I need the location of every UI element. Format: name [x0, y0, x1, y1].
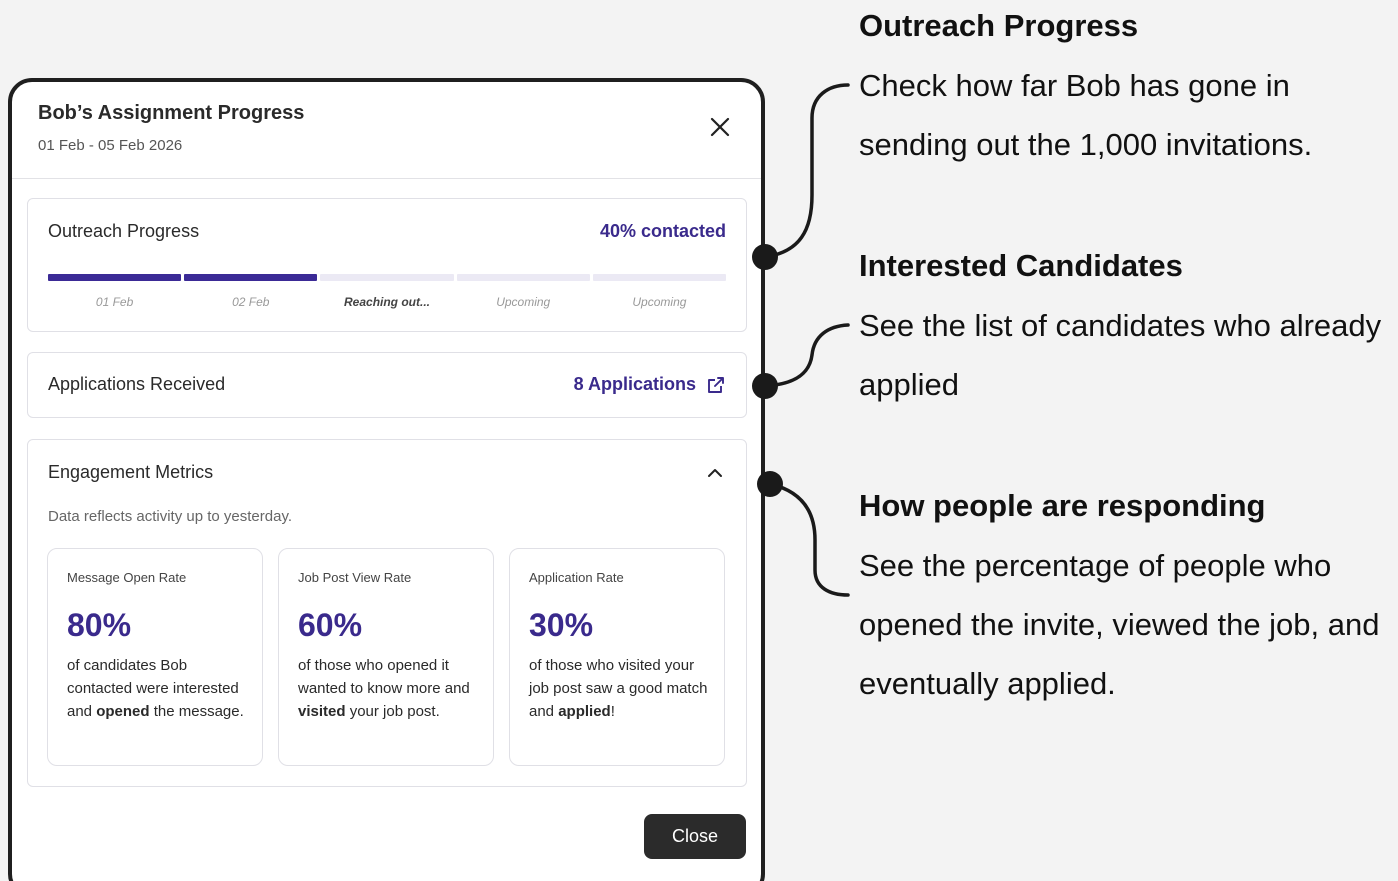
- progress-segment: [456, 274, 590, 281]
- outreach-progress-card: Outreach Progress 40% contacted 01 Feb 02…: [27, 198, 747, 332]
- outreach-status: 40% contacted: [599, 221, 726, 241]
- modal-header: Bob’s Assignment Progress 01 Feb - 05 Fe…: [12, 82, 761, 179]
- metric-label: Job Post View Rate: [298, 570, 412, 585]
- progress-segment: [320, 274, 454, 281]
- progress-step-label: Upcoming: [496, 295, 551, 309]
- metric-value: 60%: [298, 607, 363, 643]
- outreach-progress-bar: [48, 274, 727, 281]
- modal-title: Bob’s Assignment Progress: [38, 102, 305, 124]
- annotation-title-candidates: Interested Candidates: [859, 248, 1183, 283]
- progress-step-label: Upcoming: [632, 295, 687, 309]
- metric-label: Message Open Rate: [67, 570, 187, 585]
- outreach-title: Outreach Progress: [48, 221, 200, 241]
- progress-segment: [184, 274, 318, 281]
- metric-description: of candidates Bob contacted were interes…: [67, 657, 244, 720]
- external-link-icon[interactable]: [706, 375, 726, 395]
- assignment-progress-modal: Bob’s Assignment Progress 01 Feb - 05 Fe…: [8, 78, 765, 881]
- connector-outreach: [763, 83, 850, 259]
- engagement-title: Engagement Metrics: [48, 462, 214, 482]
- progress-step-label: 02 Feb: [232, 295, 270, 309]
- metric-card-application-rate: Application Rate 30% of those who visite…: [509, 548, 725, 766]
- outreach-step-labels: 01 Feb 02 Feb Reaching out... Upcoming Upcom…: [48, 295, 726, 309]
- applications-title: Applications Received: [48, 374, 226, 394]
- metric-description: of those who opened it wanted to know mo…: [298, 657, 470, 720]
- progress-step-label: 01 Feb: [95, 295, 134, 309]
- close-button[interactable]: Close: [644, 814, 746, 859]
- metric-card-open-rate: Message Open Rate 80% of candidates Bob …: [47, 548, 263, 766]
- progress-segment: [592, 274, 727, 281]
- metric-value: 80%: [67, 607, 132, 643]
- connector-applications: [763, 323, 850, 388]
- connector-responding: [768, 482, 850, 597]
- metric-description: of those who visited your job post saw a…: [529, 657, 708, 720]
- annotation-body-outreach: Check how far Bob has gone in sending ou…: [859, 68, 1313, 162]
- metric-card-view-rate: Job Post View Rate 60% of those who open…: [278, 548, 494, 766]
- annotation-body-responding: See the percentage of people who opened …: [859, 548, 1380, 701]
- applications-link[interactable]: 8 Applications: [574, 374, 696, 395]
- metric-label: Application Rate: [529, 570, 624, 585]
- progress-step-label: Reaching out...: [344, 295, 431, 309]
- engagement-metrics-card: Engagement Metrics Data reflects activit…: [27, 439, 747, 787]
- metric-value: 30%: [529, 607, 594, 643]
- annotation-title-responding: How people are responding: [859, 488, 1266, 523]
- applications-card: Applications Received 8 Applications: [27, 352, 747, 418]
- annotation-title-outreach: Outreach Progress: [859, 8, 1139, 43]
- progress-segment: [48, 274, 182, 281]
- chevron-up-icon[interactable]: [706, 464, 724, 482]
- engagement-note: Data reflects activity up to yesterday.: [48, 508, 292, 525]
- modal-date-range: 01 Feb - 05 Feb 2026: [38, 137, 183, 154]
- annotation-body-candidates: See the list of candidates who already a…: [859, 308, 1382, 402]
- close-icon[interactable]: [708, 115, 732, 139]
